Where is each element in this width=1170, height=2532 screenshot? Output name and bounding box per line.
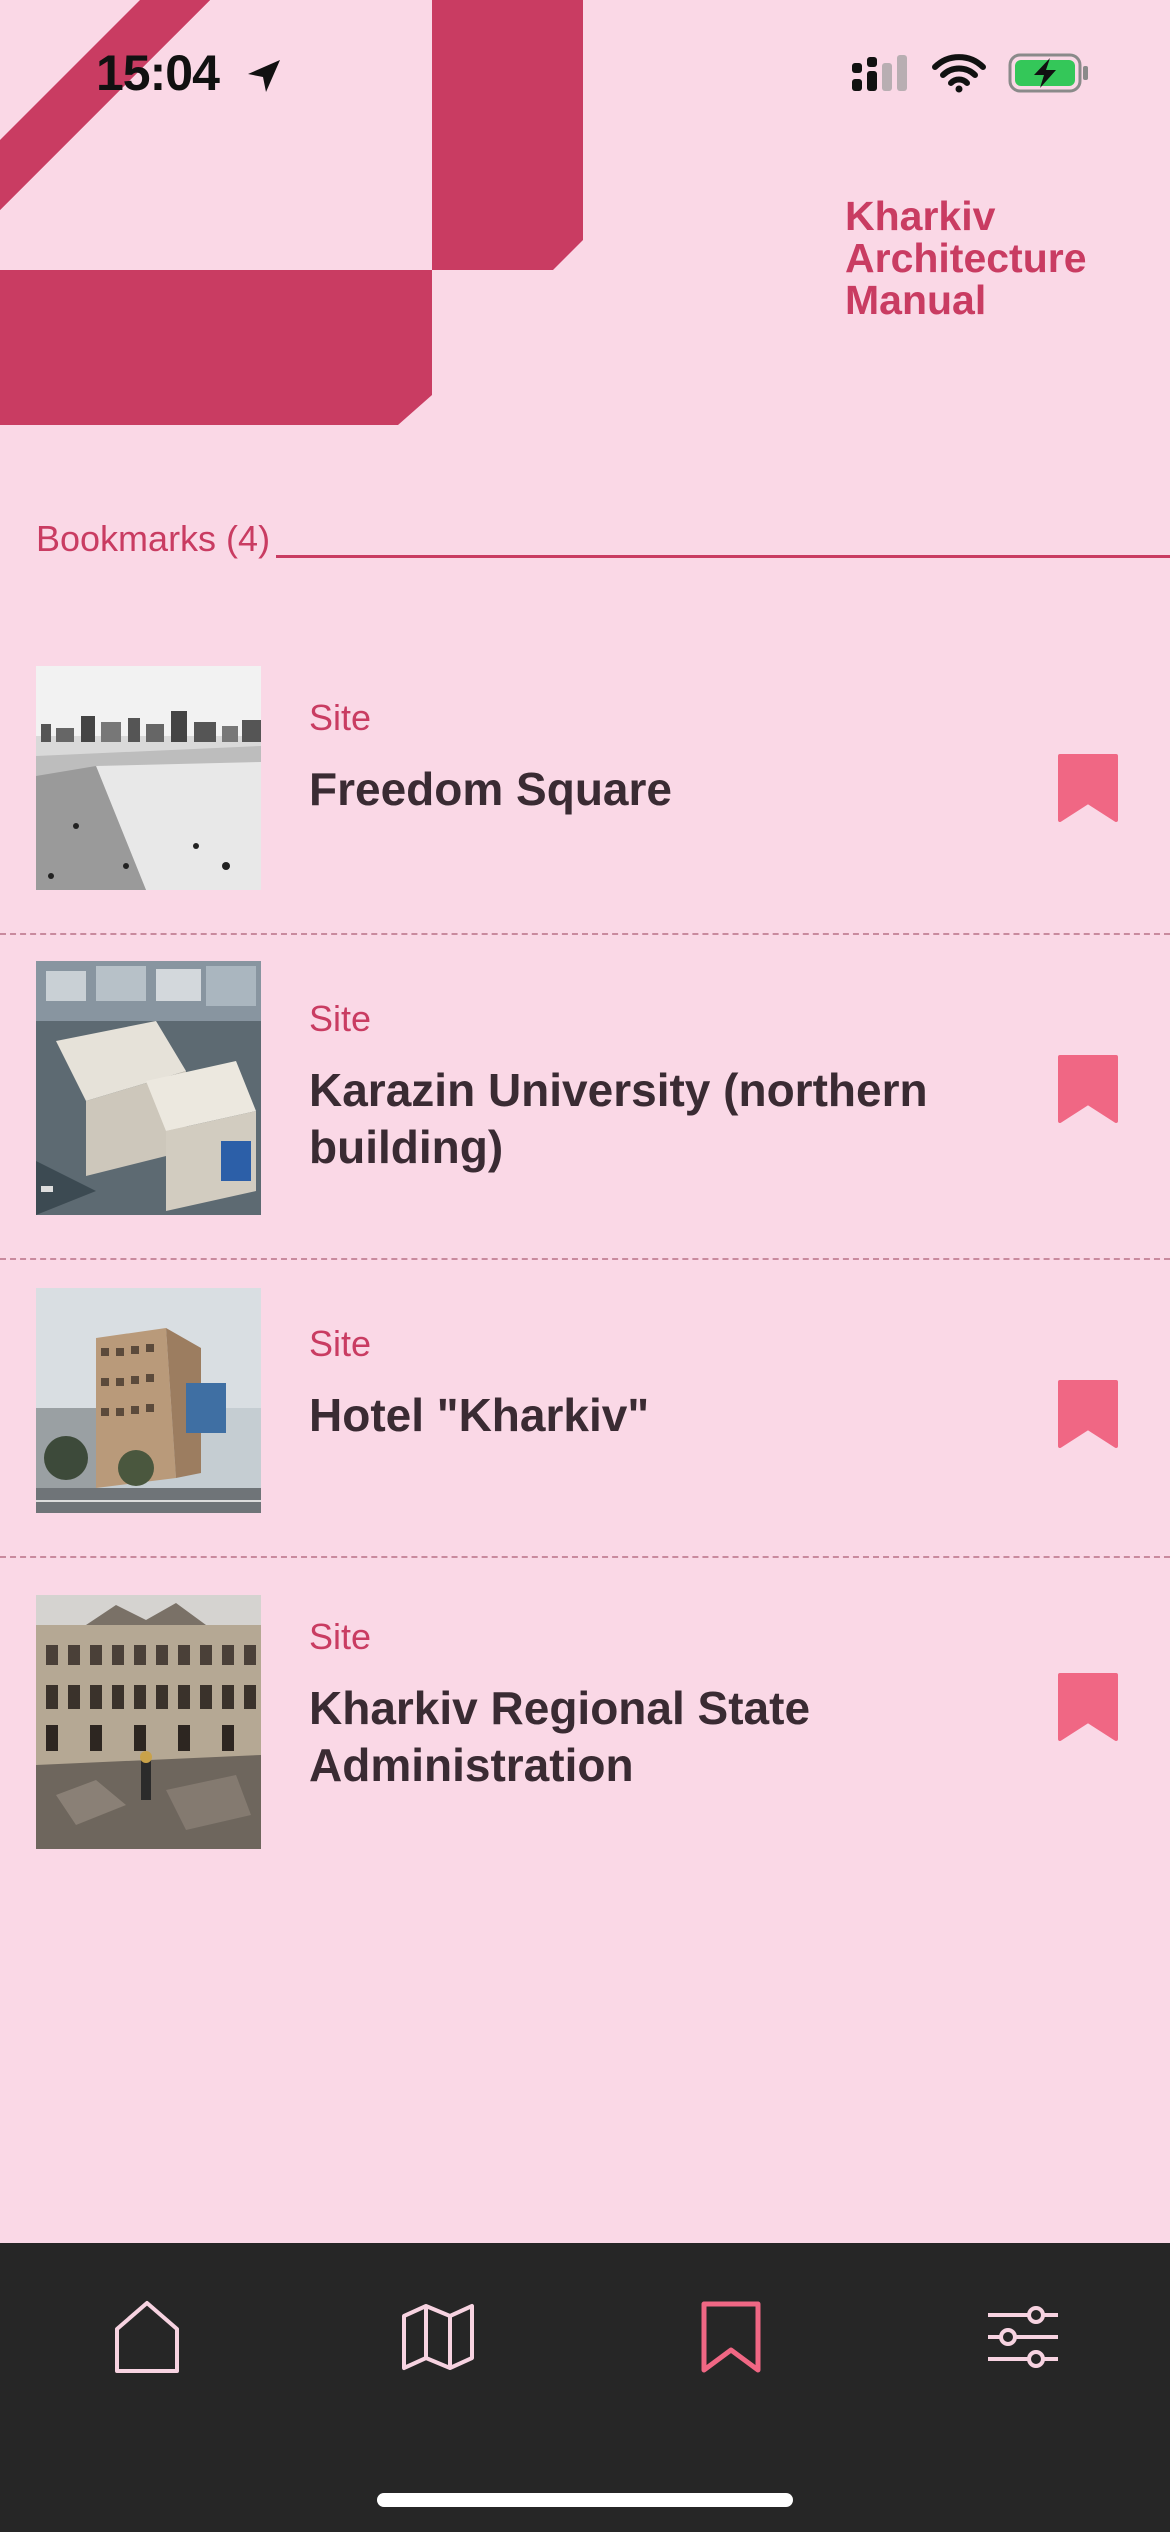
item-title: Freedom Square <box>309 763 672 815</box>
bookmark-icon[interactable] <box>1058 1055 1118 1123</box>
bookmarks-list: Site Freedom Square Site Karazin Univers… <box>0 600 1170 1878</box>
karazin-university-thumbnail <box>36 961 261 1215</box>
bookmark-icon[interactable] <box>1058 754 1118 822</box>
bookmark-item-text: Site Freedom Square <box>309 697 970 818</box>
item-type-label: Site <box>309 1323 372 1364</box>
tab-bookmarks[interactable] <box>691 2297 771 2377</box>
item-title: Kharkiv Regional State Administration <box>309 1682 811 1791</box>
bookmark-item-text: Site Hotel "Kharkiv" <box>309 1323 970 1444</box>
sliders-icon <box>988 2306 1058 2368</box>
app-title-text: Kharkiv Architecture Manual <box>845 193 1087 323</box>
tab-map[interactable] <box>398 2297 478 2377</box>
section-divider <box>276 555 1170 558</box>
bookmark-item-text: Site Karazin University (northern buildi… <box>309 998 970 1176</box>
bookmarks-section-header: Bookmarks (4) <box>36 518 1170 560</box>
map-icon <box>402 2304 474 2370</box>
bookmarks-count-title: Bookmarks (4) <box>36 518 271 559</box>
bookmark-list-item[interactable]: Site Freedom Square <box>0 600 1170 935</box>
bookmark-icon[interactable] <box>1058 1380 1118 1448</box>
bookmark-list-item[interactable]: Site Hotel "Kharkiv" <box>0 1260 1170 1558</box>
bookmark-list-item[interactable]: Site Kharkiv Regional State Administrati… <box>0 1558 1170 1878</box>
tab-home[interactable] <box>107 2297 187 2377</box>
item-type-label: Site <box>309 1616 372 1657</box>
location-arrow-icon <box>248 60 280 92</box>
cellular-signal-icon <box>852 55 907 91</box>
wifi-icon <box>932 54 986 93</box>
header-decoration <box>0 0 583 425</box>
bottom-tab-bar <box>0 2243 1170 2532</box>
home-indicator <box>377 2493 793 2507</box>
bookmark-item-text: Site Kharkiv Regional State Administrati… <box>309 1616 970 1794</box>
freedom-square-thumbnail <box>36 666 261 890</box>
bookmark-icon[interactable] <box>1058 1673 1118 1741</box>
status-time: 15:04 <box>96 45 220 101</box>
bookmark-list-item[interactable]: Site Karazin University (northern buildi… <box>0 935 1170 1260</box>
item-title: Hotel "Kharkiv" <box>309 1389 650 1441</box>
tab-settings[interactable] <box>983 2297 1063 2377</box>
bookmark-tab-icon <box>701 2301 761 2373</box>
home-icon <box>115 2301 179 2373</box>
item-type-label: Site <box>309 998 372 1039</box>
status-indicators <box>850 52 1090 94</box>
item-type-label: Site <box>309 697 372 738</box>
item-title: Karazin University (northern building) <box>309 1064 928 1173</box>
hotel-kharkiv-thumbnail <box>36 1288 261 1513</box>
regional-administration-thumbnail <box>36 1595 261 1849</box>
battery-charging-icon <box>1008 53 1088 93</box>
app-title: Kharkiv Architecture Manual <box>845 195 1135 321</box>
